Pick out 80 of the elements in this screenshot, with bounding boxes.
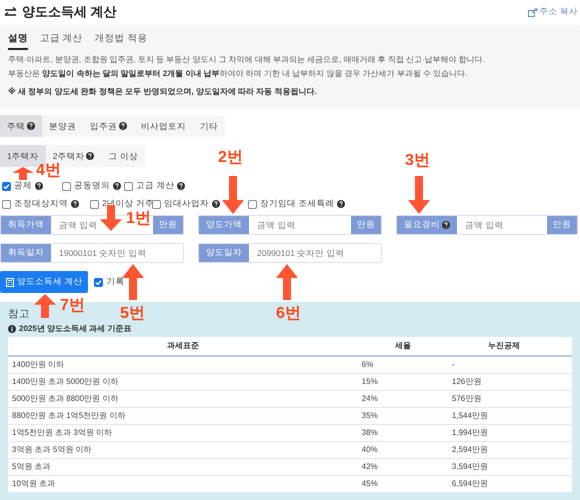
type-tab[interactable]: 분양권 <box>42 115 83 137</box>
field-label: 양도일자 <box>199 244 249 262</box>
checkbox[interactable] <box>2 182 11 190</box>
table-cell: 10억원 초과 <box>8 476 358 492</box>
option-label: 고급 계산 <box>136 180 174 192</box>
annotation-label: 7번 <box>60 298 85 314</box>
unit-label: 만원 <box>547 216 577 234</box>
type-tab[interactable]: 비사업토지 <box>134 115 193 137</box>
swap-icon <box>4 6 17 18</box>
annotation-arrow <box>408 176 430 214</box>
option-label: 공동명의 <box>74 180 110 192</box>
calculate-button[interactable]: 양도소득세 계산 <box>0 271 88 293</box>
table-cell: 42% <box>358 458 448 476</box>
annotation-arrow <box>12 167 34 180</box>
annotation-arrow <box>34 294 56 318</box>
copy-link[interactable]: 주소 복사 <box>528 6 578 18</box>
table-cell: 1,544만원 <box>448 408 572 424</box>
tab[interactable]: 개정법 적용 <box>94 28 148 50</box>
annotation-label: 5번 <box>120 306 145 322</box>
annotation-label: 6번 <box>276 306 301 322</box>
field-label: 취득가액 <box>1 216 51 234</box>
table-cell: 1400만원 초과 5000만원 이하 <box>8 374 358 390</box>
checkbox[interactable] <box>90 200 99 208</box>
table-cell: 3,594만원 <box>448 458 572 476</box>
table-cell: 35% <box>358 408 448 424</box>
table-cell: 1,994만원 <box>448 424 572 442</box>
type-tab[interactable]: 기타 <box>193 115 225 137</box>
table-cell: 6,594만원 <box>448 476 572 492</box>
annotation-arrow <box>122 264 144 300</box>
type-tab[interactable]: 입주권 <box>83 115 134 137</box>
table-cell: - <box>448 356 572 374</box>
external-link-icon <box>528 8 538 16</box>
table-cell: 15% <box>358 374 448 390</box>
record-label: 기록 <box>106 276 124 288</box>
tab[interactable]: 고급 계산 <box>40 28 83 50</box>
table-cell: 24% <box>358 390 448 408</box>
type-tab[interactable]: 주택 <box>0 115 42 137</box>
table-cell: 2,594만원 <box>448 442 572 458</box>
table-title: 2025년 양도소득세 과세 기준표 <box>19 324 132 334</box>
option-label: 공제 <box>14 180 32 192</box>
field-label: 양도가액 <box>199 216 249 234</box>
table-cell: 5000만원 초과 8800만원 이하 <box>8 390 358 408</box>
annotation-label: 3번 <box>405 153 430 169</box>
table-cell: 126만원 <box>448 374 572 390</box>
tab[interactable]: 설명 <box>8 28 28 50</box>
table-cell: 6% <box>358 356 448 374</box>
notice-text: ※ 새 정부의 양도세 완화 정책은 모두 반영되었으며, 양도일자에 따라 자동 적용됩니다. <box>8 86 318 98</box>
table-cell: 45% <box>358 476 448 492</box>
table-cell: 8800만원 초과 1억5천만원 이하 <box>8 408 358 424</box>
unit-label: 만원 <box>153 216 183 234</box>
table-cell: 40% <box>358 442 448 458</box>
calculator-icon <box>6 278 14 286</box>
option-label: 조정대상지역 <box>14 198 68 210</box>
info-icon <box>8 325 16 333</box>
checkbox[interactable] <box>2 200 11 208</box>
table-cell: 1억5천만원 초과 3억원 이하 <box>8 424 358 442</box>
reference-title: 참고 <box>8 308 30 320</box>
annotation-arrow <box>276 264 298 300</box>
table-cell: 38% <box>358 424 448 442</box>
checkbox[interactable] <box>124 182 133 190</box>
unit-label: 만원 <box>351 216 381 234</box>
table-cell: 3억원 초과 5억원 이하 <box>8 442 358 458</box>
table-cell: 5억원 초과 <box>8 458 358 476</box>
annotation-label: 2번 <box>218 150 243 166</box>
page-title: 양도소득세 계산 <box>22 3 117 21</box>
option-label: 장기임대 조세특례 <box>260 198 334 210</box>
table-cell: 576만원 <box>448 390 572 408</box>
checkbox[interactable] <box>94 278 104 286</box>
annotation-arrow <box>222 176 244 214</box>
column-header: 과세표준 <box>8 337 358 356</box>
column-header: 세율 <box>358 337 448 356</box>
checkbox[interactable] <box>248 200 257 208</box>
field-label: 취득일자 <box>1 244 51 262</box>
checkbox[interactable] <box>152 200 161 208</box>
table-cell: 1400만원 이하 <box>8 356 358 374</box>
field-label: 필요경비 <box>397 216 457 234</box>
owner-tab[interactable]: 그 이상 <box>101 145 145 167</box>
column-header: 누진공제 <box>448 337 572 356</box>
option-label: 임대사업자 <box>164 198 209 210</box>
checkbox[interactable] <box>62 182 71 190</box>
